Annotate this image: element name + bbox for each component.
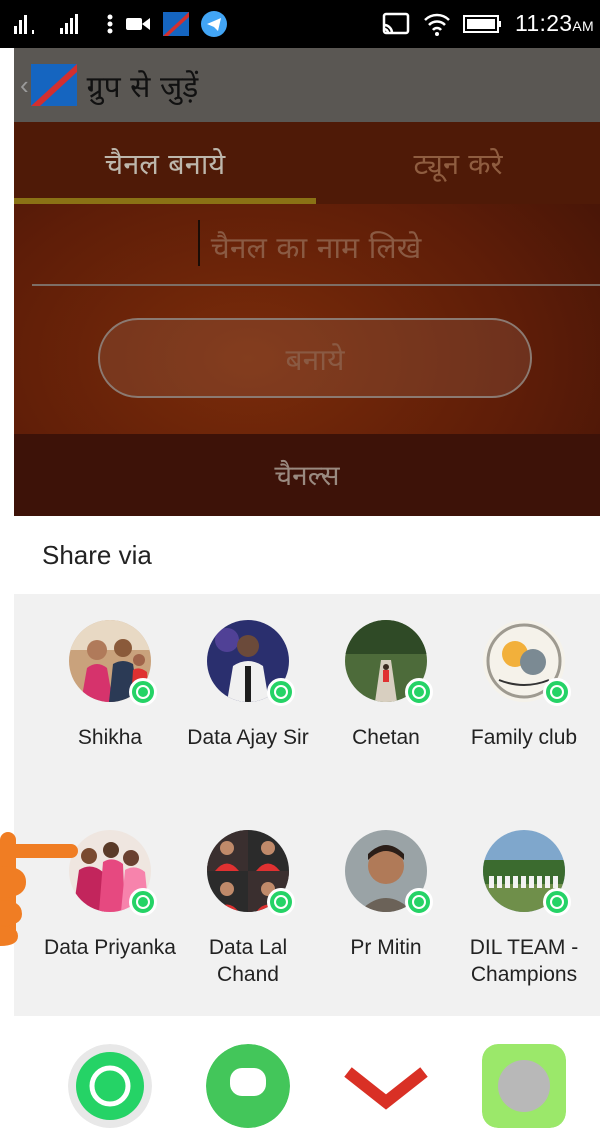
- share-target-label: Family club: [470, 726, 578, 749]
- text-caret: [198, 220, 200, 266]
- share-target-label: Data Lal Chand: [208, 936, 288, 986]
- pointing-hand-icon: [0, 832, 78, 946]
- avatar-wrap: [69, 620, 157, 706]
- avatar-wrap: [483, 620, 571, 706]
- app-notification-icon: [163, 12, 189, 36]
- battery-icon: [463, 14, 502, 33]
- tab-tune[interactable]: ट्यून करे: [316, 122, 600, 204]
- video-camera-icon: [126, 18, 150, 30]
- signal-2-icon: [60, 14, 78, 34]
- gmail-icon[interactable]: [344, 1044, 428, 1128]
- share-target-data-ajay-sir[interactable]: Data Ajay Sir: [178, 620, 318, 751]
- back-arrow-icon[interactable]: ‹: [20, 70, 29, 101]
- avatar-wrap: [345, 830, 433, 916]
- share-target-label: Data Ajay Sir: [187, 726, 309, 749]
- avatar-wrap: [207, 620, 295, 706]
- whatsapp-badge-icon: [267, 678, 295, 706]
- whatsapp-badge-icon: [129, 888, 157, 916]
- share-target-label: Shikha: [77, 726, 143, 749]
- share-target-label: Pr Mitin: [350, 936, 422, 959]
- share-sheet-title: Share via: [42, 540, 152, 570]
- tab-create-channel[interactable]: चैनल बनाये: [14, 122, 316, 204]
- avatar-wrap: [69, 830, 157, 916]
- wifi-icon: [424, 13, 450, 36]
- cast-icon: [382, 12, 410, 34]
- hangouts-icon[interactable]: [206, 1044, 290, 1128]
- app-bar: ‹ ग्रुप से जुड़ें: [14, 48, 600, 122]
- app-logo: [30, 64, 77, 106]
- share-target-shikha[interactable]: Shikha: [40, 620, 180, 751]
- main-content: चैनल बनाये ट्यून करे चैनल का नाम लिखे बन…: [14, 122, 600, 516]
- share-apps-row: [14, 1016, 600, 1128]
- channels-header[interactable]: चैनल्स: [14, 434, 600, 516]
- whatsapp-badge-icon: [543, 678, 571, 706]
- clock-time: 11:23: [515, 10, 573, 36]
- clock-ampm: AM: [572, 18, 594, 34]
- share-target-data-lal-chand[interactable]: Data Lal Chand: [178, 830, 318, 988]
- avatar-wrap: [207, 830, 295, 916]
- share-target-pr-mitin[interactable]: Pr Mitin: [316, 830, 456, 961]
- channel-name-input[interactable]: चैनल का नाम लिखे: [32, 208, 600, 286]
- status-bar: 11:23AM: [0, 0, 600, 48]
- share-sheet: Share via Shikha Data Ajay Sir Chetan Fa…: [14, 516, 600, 1128]
- whatsapp-badge-icon: [129, 678, 157, 706]
- avatar-wrap: [483, 830, 571, 916]
- channel-name-placeholder: चैनल का नाम लिखे: [210, 230, 422, 266]
- clock: 11:23AM: [515, 10, 594, 37]
- signal-icon: [14, 15, 34, 34]
- whatsapp-badge-icon: [267, 888, 295, 916]
- share-target-label: Chetan: [352, 726, 420, 749]
- page-title: ग्रुप से जुड़ें: [86, 69, 199, 105]
- share-target-family-club[interactable]: Family club: [454, 620, 594, 751]
- share-target-chetan[interactable]: Chetan: [316, 620, 456, 751]
- share-targets-grid: Shikha Data Ajay Sir Chetan Family club …: [14, 594, 600, 1016]
- status-left-icons: [14, 10, 228, 38]
- whatsapp-badge-icon: [543, 888, 571, 916]
- share-target-dil-team-champions[interactable]: DIL TEAM - Champions: [454, 830, 594, 988]
- tab-bar: चैनल बनाये ट्यून करे: [14, 122, 600, 204]
- whatsapp-badge-icon: [405, 678, 433, 706]
- messages-icon[interactable]: [482, 1044, 566, 1128]
- create-button[interactable]: बनाये: [98, 318, 532, 398]
- share-target-label: DIL TEAM - Champions: [469, 936, 579, 986]
- telegram-notification-icon: [201, 11, 227, 37]
- whatsapp-badge-icon: [405, 888, 433, 916]
- status-right-icons: 11:23AM: [381, 10, 594, 37]
- overflow-dots-icon: [107, 14, 113, 34]
- avatar-wrap: [345, 620, 433, 706]
- tab-indicator: [14, 198, 316, 204]
- whatsapp-icon[interactable]: [68, 1044, 152, 1128]
